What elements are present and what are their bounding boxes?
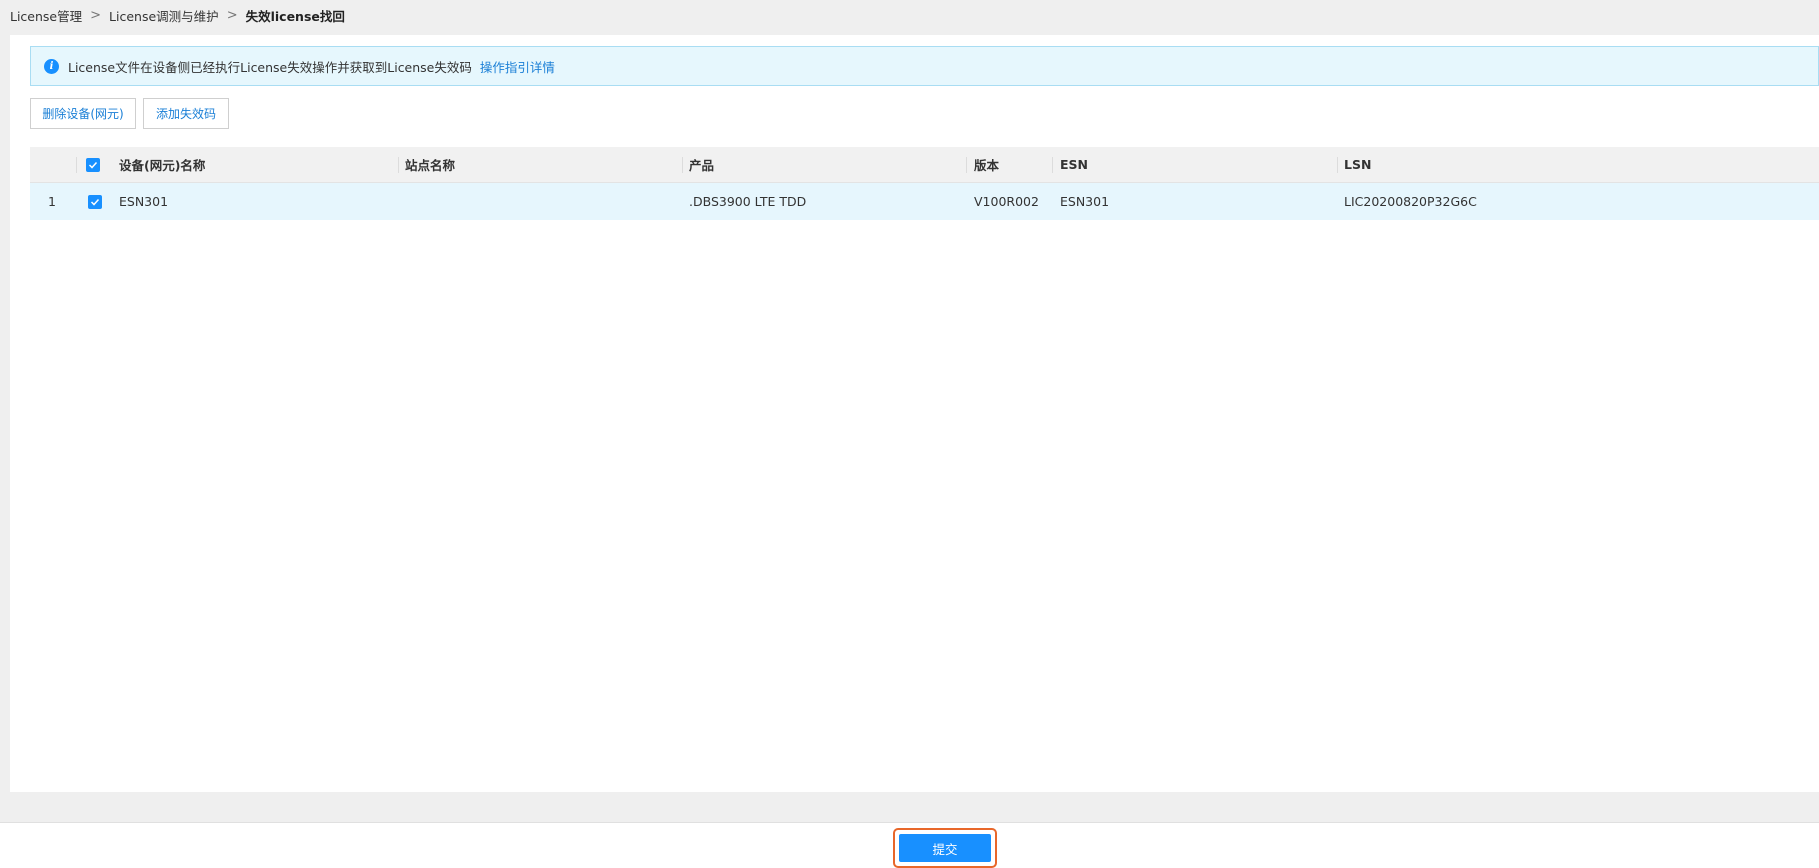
footer-bar: 提交	[0, 822, 1819, 868]
device-name-link[interactable]: ESN301	[119, 183, 168, 220]
device-table: 设备(网元)名称 站点名称 产品 版本 ESN LSN 1 ESN301 .DB…	[30, 147, 1819, 220]
column-header-version[interactable]: 版本	[974, 147, 999, 182]
row-index: 1	[48, 194, 56, 209]
info-notice: i License文件在设备侧已经执行License失效操作并获取到Licens…	[30, 46, 1819, 86]
column-separator	[398, 157, 399, 173]
notice-text: License文件在设备侧已经执行License失效操作并获取到License失…	[68, 59, 472, 75]
select-all-checkbox[interactable]	[86, 147, 100, 182]
table-header: 设备(网元)名称 站点名称 产品 版本 ESN LSN	[30, 147, 1819, 183]
breadcrumb: License管理 > License调测与维护 > 失效license找回	[10, 0, 345, 30]
breadcrumb-separator-icon: >	[226, 7, 238, 23]
column-separator	[76, 157, 77, 173]
lsn-cell: LIC20200820P32G6C	[1344, 194, 1477, 209]
operation-guide-link[interactable]: 操作指引详情	[480, 57, 555, 76]
column-header-product[interactable]: 产品	[689, 147, 714, 182]
column-separator	[966, 157, 967, 173]
breadcrumb-current: 失效license找回	[245, 8, 345, 24]
column-header-esn[interactable]: ESN	[1060, 147, 1088, 182]
column-header-device-name[interactable]: 设备(网元)名称	[119, 147, 205, 182]
breadcrumb-item-license-management[interactable]: License管理	[10, 6, 82, 25]
add-invalidation-code-button[interactable]: 添加失效码	[143, 98, 229, 129]
submit-highlight: 提交	[893, 828, 997, 868]
submit-button[interactable]: 提交	[899, 834, 991, 862]
version-cell: V100R002	[974, 194, 1039, 209]
column-header-site-name[interactable]: 站点名称	[405, 147, 455, 182]
column-separator	[682, 157, 683, 173]
checkbox-checked-icon	[86, 157, 100, 172]
info-icon: i	[44, 58, 59, 74]
breadcrumb-separator-icon: >	[90, 7, 102, 23]
column-header-lsn[interactable]: LSN	[1344, 147, 1371, 182]
table-row[interactable]: 1 ESN301 .DBS3900 LTE TDD V100R002 ESN30…	[30, 183, 1819, 220]
column-separator	[1052, 157, 1053, 173]
product-cell: .DBS3900 LTE TDD	[689, 194, 807, 209]
delete-device-button[interactable]: 删除设备(网元)	[30, 98, 136, 129]
esn-cell: ESN301	[1060, 194, 1110, 209]
main-panel: i License文件在设备侧已经执行License失效操作并获取到Licens…	[10, 35, 1819, 792]
column-separator	[1337, 157, 1338, 173]
row-checkbox[interactable]	[88, 183, 102, 220]
breadcrumb-item-license-maintenance[interactable]: License调测与维护	[109, 6, 219, 25]
checkbox-checked-icon	[88, 194, 102, 209]
